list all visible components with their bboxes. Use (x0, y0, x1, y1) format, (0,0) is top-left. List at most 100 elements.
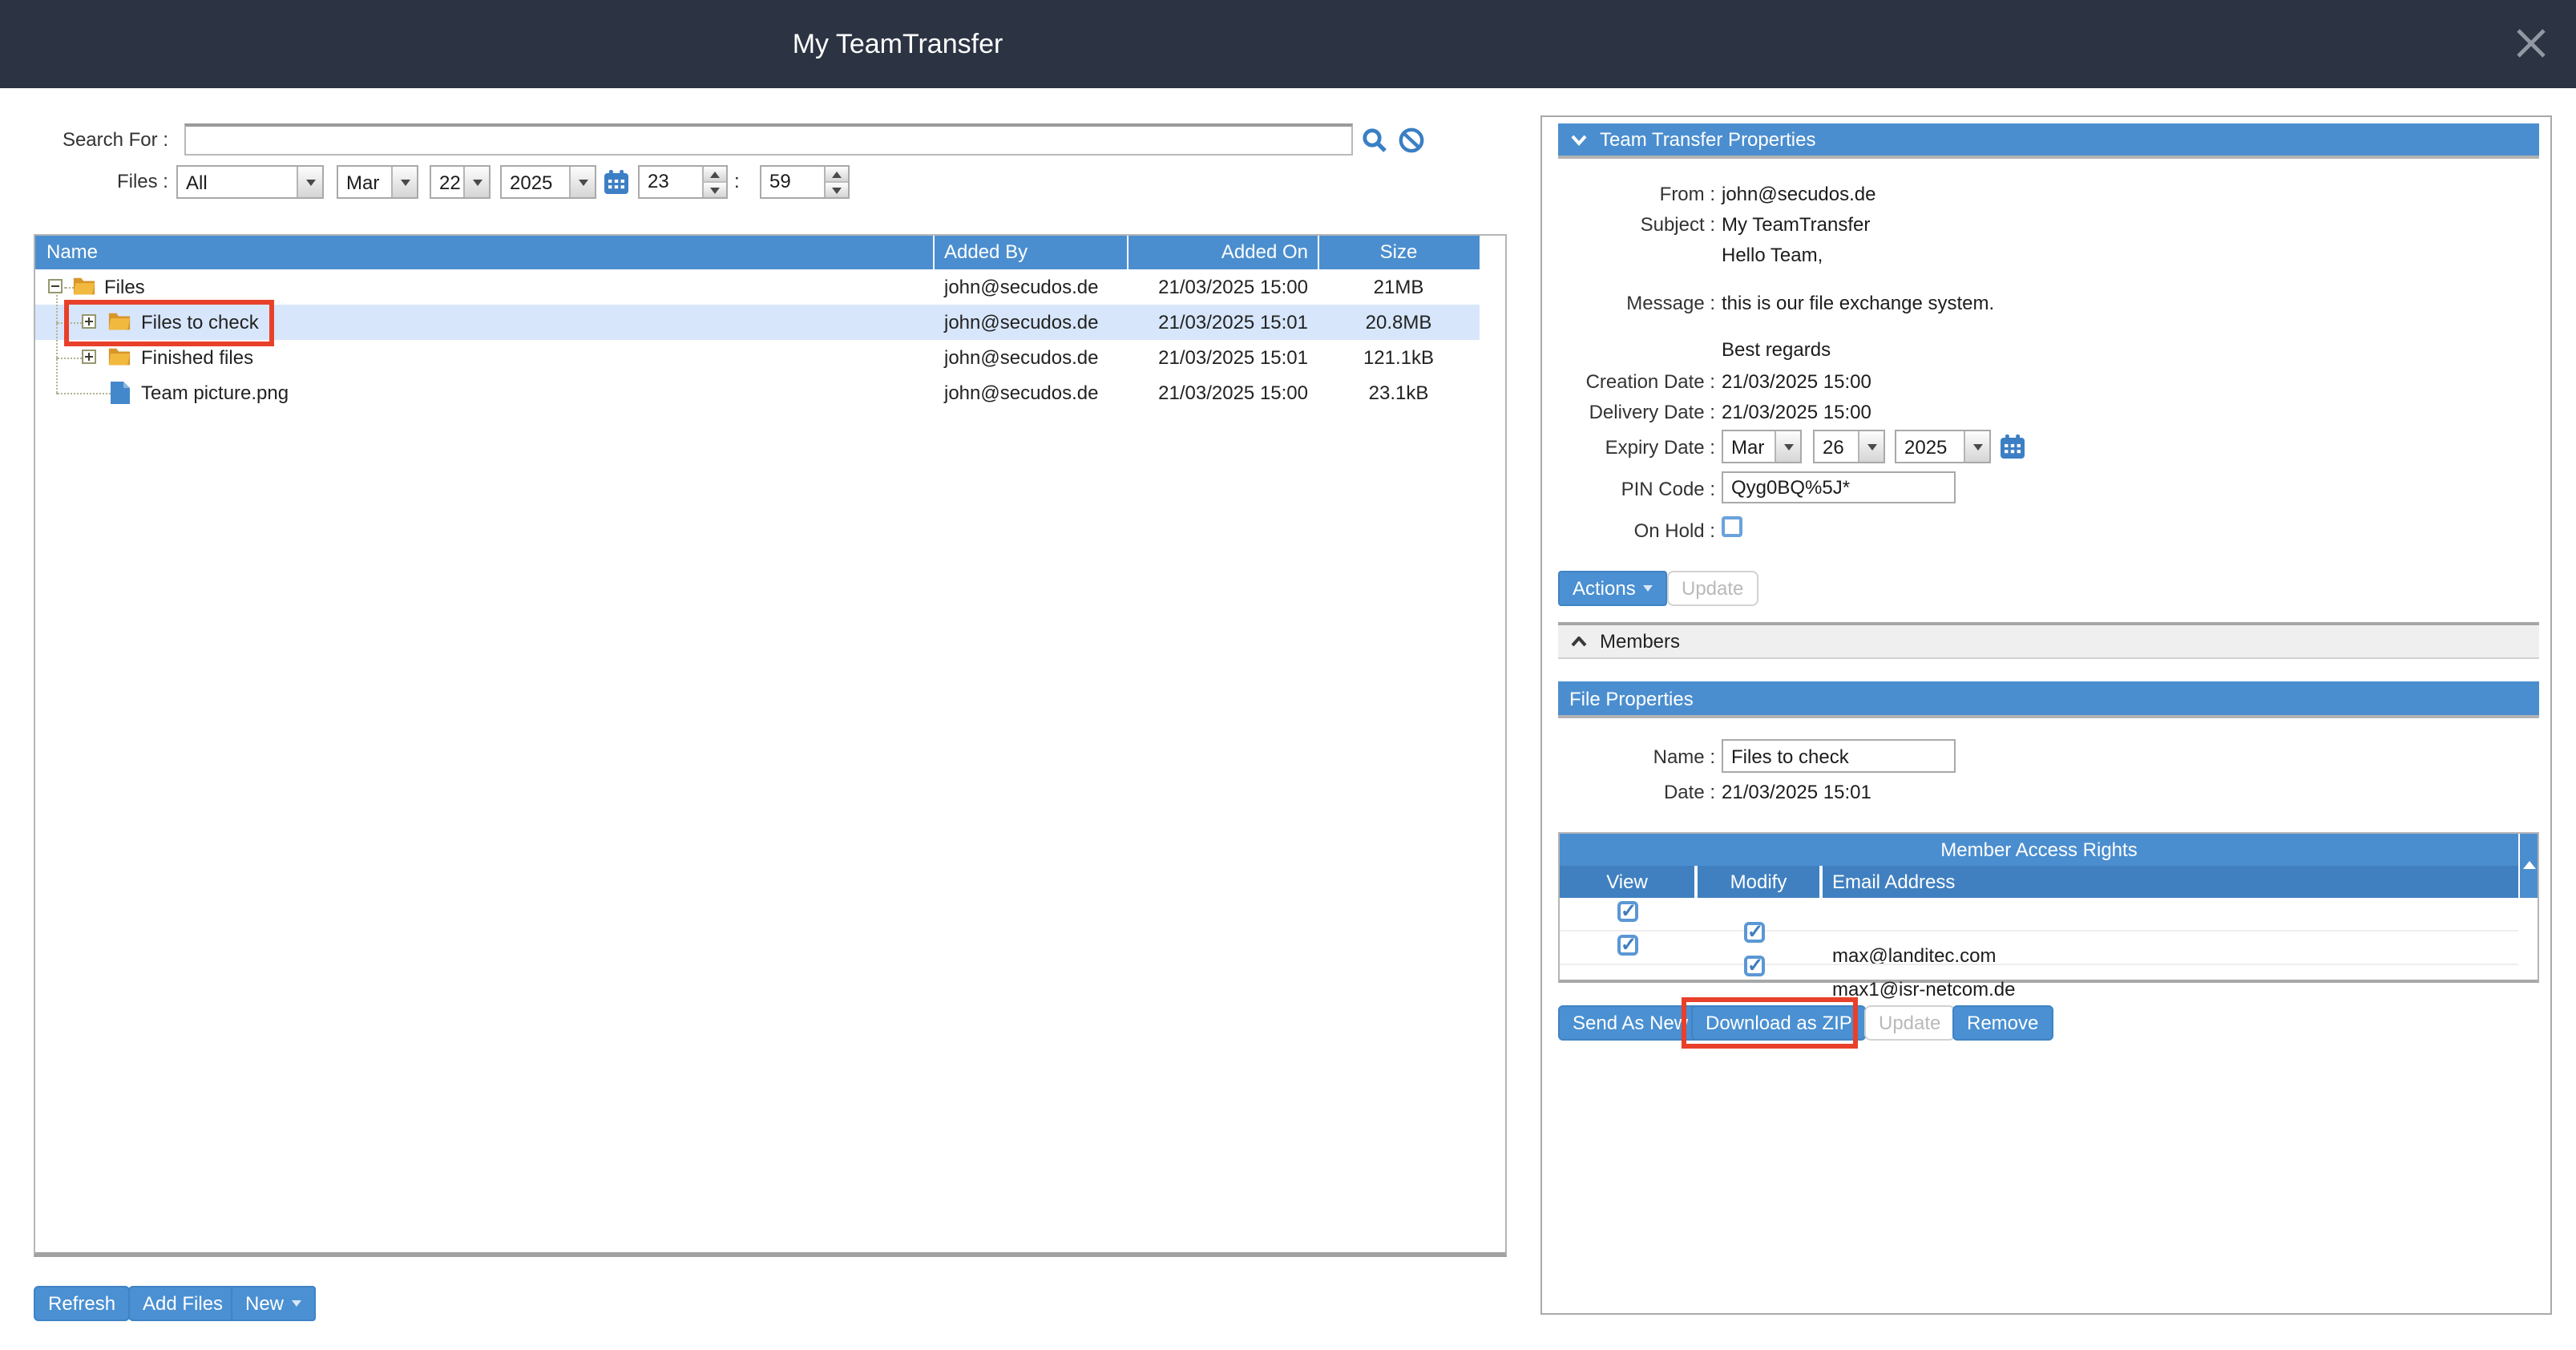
expiry-day-select[interactable]: 26 (1813, 430, 1885, 463)
new-button[interactable]: New (231, 1286, 316, 1321)
spin-up-icon[interactable] (704, 167, 726, 181)
expand-icon[interactable] (82, 350, 96, 364)
expiry-year-select[interactable]: 2025 (1895, 430, 1991, 463)
pin-code-input[interactable] (1722, 471, 1956, 503)
search-icon[interactable] (1361, 127, 1388, 162)
table-row[interactable]: Team picture.png john@secudos.de 21/03/2… (35, 375, 1480, 410)
filter-month-select[interactable]: Mar (337, 165, 418, 199)
member-row[interactable]: max1@isr-netcom.de (1560, 932, 2518, 965)
hour-spinner[interactable]: 23 (638, 165, 728, 199)
col-name[interactable]: Name (46, 236, 98, 269)
file-name[interactable]: Files to check (141, 305, 622, 340)
col-email[interactable]: Email Address (1832, 866, 1955, 898)
file-name[interactable]: Finished files (141, 340, 622, 375)
added-on: 21/03/2025 15:00 (1127, 375, 1308, 410)
col-added-on[interactable]: Added On (1127, 236, 1308, 269)
file-date-value: 21/03/2025 15:01 (1722, 779, 1871, 805)
member-access-table: Member Access Rights View Modify Email A… (1558, 832, 2539, 983)
file-properties-header: File Properties (1558, 681, 2539, 718)
members-section-header[interactable]: Members (1558, 622, 2539, 659)
search-input[interactable] (184, 123, 1353, 156)
chevron-down-icon (391, 167, 417, 197)
member-access-title: Member Access Rights (1560, 834, 2518, 866)
col-view[interactable]: View (1560, 866, 1694, 898)
file-tree-panel: Name Added By Added On Size Files john@s… (34, 234, 1507, 1257)
file-name-input[interactable] (1722, 739, 1956, 773)
chevron-down-icon (1644, 585, 1653, 592)
added-by: john@secudos.de (944, 340, 1127, 375)
file-type-select[interactable]: All (176, 165, 324, 199)
added-by: john@secudos.de (944, 305, 1127, 340)
filter-day-select[interactable]: 22 (430, 165, 491, 199)
spin-up-icon[interactable] (826, 167, 848, 181)
file-size: 20.8MB (1318, 305, 1480, 340)
view-checkbox[interactable] (1617, 901, 1638, 922)
folder-icon (72, 276, 96, 305)
chevron-down-icon (1858, 431, 1884, 462)
on-hold-label: On Hold : (1558, 518, 1715, 544)
modify-checkbox[interactable] (1744, 956, 1765, 976)
calendar-icon[interactable] (603, 168, 630, 204)
chevron-down-icon (1775, 431, 1800, 462)
table-scrollbar[interactable] (2518, 834, 2538, 898)
message-label: Message : (1558, 290, 1715, 316)
spin-down-icon[interactable] (704, 181, 726, 197)
spin-down-icon[interactable] (826, 181, 848, 197)
file-name[interactable]: Files (104, 269, 585, 305)
calendar-icon[interactable] (1999, 433, 2026, 468)
file-name-label: Name : (1558, 744, 1715, 770)
subject-value: My TeamTransfer (1722, 212, 1870, 237)
chevron-down-icon (297, 167, 322, 197)
chevron-down-icon (463, 167, 489, 197)
scroll-up-icon[interactable] (2523, 861, 2536, 869)
on-hold-checkbox[interactable] (1722, 516, 1742, 537)
folder-icon (107, 311, 131, 340)
table-row[interactable]: Finished files john@secudos.de 21/03/202… (35, 340, 1480, 375)
message-greeting: Hello Team, (1722, 242, 1823, 268)
col-modify[interactable]: Modify (1698, 866, 1819, 898)
collapse-icon[interactable] (48, 279, 63, 293)
folder-icon (107, 346, 131, 375)
added-on: 21/03/2025 15:00 (1127, 269, 1308, 305)
member-email: max1@isr-netcom.de (1832, 973, 2015, 1007)
chevron-down-icon (1571, 134, 1587, 145)
table-row[interactable]: Files to check john@secudos.de 21/03/202… (35, 305, 1480, 340)
remove-button[interactable]: Remove (1952, 1005, 2053, 1041)
expiry-date-label: Expiry Date : (1558, 435, 1715, 460)
col-size[interactable]: Size (1318, 236, 1480, 269)
refresh-button[interactable]: Refresh (34, 1286, 130, 1321)
message-signoff: Best regards (1722, 337, 1831, 362)
download-as-zip-button[interactable]: Download as ZIP (1691, 1005, 1867, 1041)
close-icon[interactable] (2509, 21, 2554, 66)
actions-button[interactable]: Actions (1558, 571, 1668, 606)
window-title: My TeamTransfer (793, 29, 1003, 61)
file-date-label: Date : (1558, 779, 1715, 805)
file-size: 121.1kB (1318, 340, 1480, 375)
message-value: this is our file exchange system. (1722, 290, 1994, 316)
add-files-button[interactable]: Add Files (128, 1286, 237, 1321)
file-icon (111, 382, 130, 412)
clear-search-icon[interactable] (1398, 127, 1425, 162)
expiry-month-select[interactable]: Mar (1722, 430, 1802, 463)
delivery-date-value: 21/03/2025 15:00 (1722, 399, 1871, 425)
added-by: john@secudos.de (944, 269, 1127, 305)
team-transfer-properties-header[interactable]: Team Transfer Properties (1558, 123, 2539, 159)
send-as-new-button[interactable]: Send As New (1558, 1005, 1702, 1041)
app-window: My TeamTransfer Search For : Files : All… (0, 0, 2576, 1350)
titlebar: My TeamTransfer (0, 0, 2576, 88)
chevron-down-icon (569, 167, 595, 197)
table-row[interactable]: Files john@secudos.de 21/03/2025 15:00 2… (35, 269, 1480, 305)
update-file-button[interactable]: Update (1864, 1005, 1955, 1041)
file-name[interactable]: Team picture.png (141, 375, 622, 410)
view-checkbox[interactable] (1617, 935, 1638, 956)
member-row[interactable]: max@landitec.com (1560, 898, 2518, 932)
properties-panel: Team Transfer Properties From : john@sec… (1540, 115, 2552, 1315)
expand-icon[interactable] (82, 314, 96, 329)
filter-year-select[interactable]: 2025 (500, 165, 596, 199)
creation-date-label: Creation Date : (1558, 369, 1715, 394)
minute-spinner[interactable]: 59 (760, 165, 850, 199)
added-on: 21/03/2025 15:01 (1127, 305, 1308, 340)
col-added-by[interactable]: Added By (944, 236, 1028, 269)
update-transfer-button[interactable]: Update (1667, 571, 1758, 606)
from-value: john@secudos.de (1722, 181, 1876, 207)
